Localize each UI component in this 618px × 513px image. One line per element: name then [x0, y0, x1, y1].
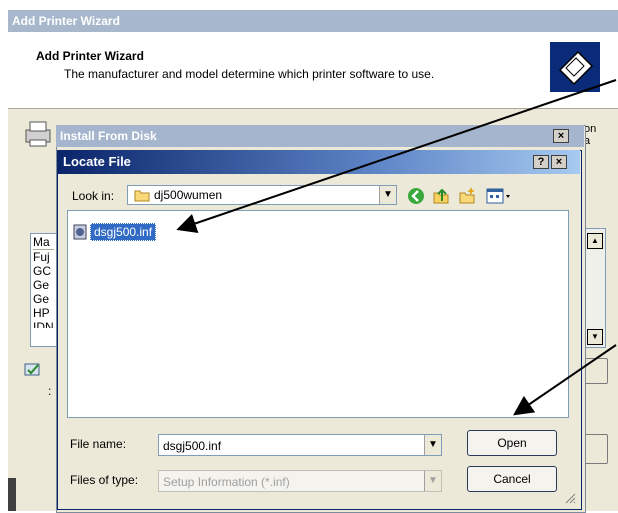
annotation-arrows [176, 79, 617, 416]
annotation-arrow-open [513, 344, 617, 416]
annotation-arrow-file [176, 79, 617, 233]
